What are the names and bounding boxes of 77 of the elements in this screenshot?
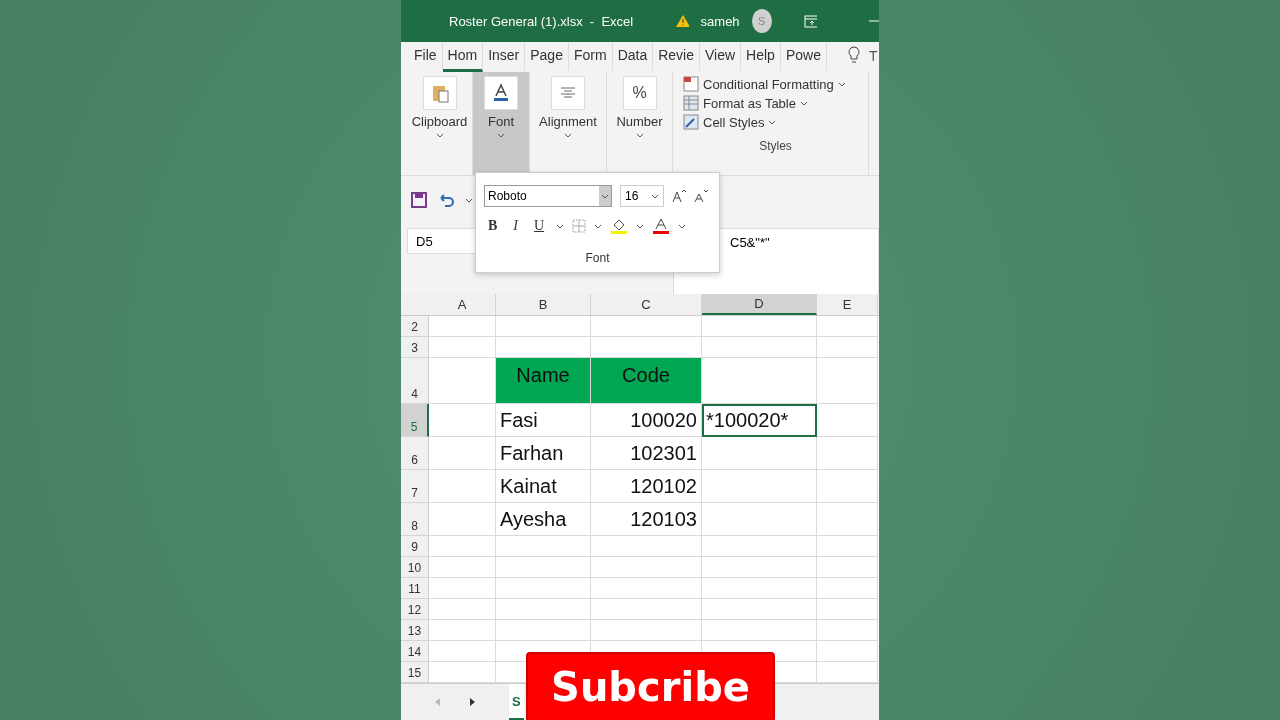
- font-name-field[interactable]: Roboto: [484, 185, 612, 207]
- window-title: Roster General (1).xlsx - Excel: [449, 13, 634, 29]
- percent-icon: %: [622, 76, 657, 110]
- caret-icon: [636, 223, 645, 229]
- subscribe-button[interactable]: Subcribe: [526, 652, 775, 720]
- undo-icon[interactable]: [437, 193, 455, 207]
- row-number[interactable]: 12: [401, 599, 429, 620]
- row-number[interactable]: 15: [401, 662, 429, 683]
- style-menu-button[interactable]: Format as Table: [683, 95, 868, 111]
- caret-icon: [678, 223, 687, 229]
- user-name: sameh: [700, 13, 740, 29]
- conditional-formatting-icon: [683, 76, 699, 92]
- row-number[interactable]: 14: [401, 641, 429, 662]
- ribbon-tab[interactable]: File: [409, 43, 443, 72]
- caret-icon: [799, 100, 808, 106]
- caret-icon: [435, 133, 444, 138]
- ribbon-group-button[interactable]: Clipboard: [407, 72, 473, 175]
- column-header[interactable]: E: [817, 294, 878, 315]
- row-number[interactable]: 7: [401, 470, 429, 503]
- ribbon-tab[interactable]: Revie: [653, 43, 700, 72]
- row-number[interactable]: 8: [401, 503, 429, 536]
- align-center-icon: [551, 76, 585, 110]
- warning-icon: [675, 14, 689, 28]
- table-icon: [683, 95, 699, 111]
- row-number[interactable]: 10: [401, 557, 429, 578]
- grow-font-icon[interactable]: [672, 189, 686, 203]
- font-size-field[interactable]: 16: [620, 185, 664, 207]
- shrink-font-icon[interactable]: [694, 189, 708, 203]
- caret-icon: [497, 133, 505, 138]
- ribbon-group-button[interactable]: Font: [473, 72, 530, 175]
- save-icon[interactable]: [411, 192, 427, 208]
- name-box[interactable]: D5: [407, 228, 477, 254]
- caret-icon: [837, 81, 846, 87]
- lightbulb-icon[interactable]: [846, 46, 861, 64]
- header-cell: Code: [591, 358, 702, 404]
- table-cell: *100020*: [702, 404, 817, 437]
- fill-color-icon[interactable]: [610, 217, 629, 235]
- caret-icon: [651, 193, 659, 199]
- ribbon-tab[interactable]: Powe: [780, 43, 827, 72]
- row-number[interactable]: 4: [401, 358, 429, 404]
- format-button[interactable]: U: [530, 218, 549, 234]
- row-number[interactable]: 13: [401, 620, 429, 641]
- row-number[interactable]: 11: [401, 578, 429, 599]
- font-color-icon[interactable]: [652, 217, 671, 235]
- column-header[interactable]: B: [496, 294, 591, 315]
- row-number[interactable]: 5: [401, 404, 429, 437]
- caret-icon: [564, 133, 572, 138]
- caret-icon: [465, 197, 473, 203]
- caret-icon: [768, 119, 777, 125]
- ribbon-tab-cut: T: [867, 48, 878, 66]
- sheet-tab[interactable]: S: [509, 684, 524, 720]
- caret-icon: [601, 193, 609, 199]
- row-number[interactable]: 2: [401, 316, 429, 337]
- column-header[interactable]: D: [702, 294, 817, 315]
- caret-icon: [594, 223, 603, 229]
- header-cell: Name: [496, 358, 591, 404]
- group-label: Styles: [759, 139, 792, 153]
- font-color-icon: [484, 76, 518, 110]
- ribbon-tab[interactable]: Data: [612, 43, 654, 72]
- format-button[interactable]: B: [484, 218, 502, 234]
- row-number[interactable]: 3: [401, 337, 429, 358]
- scroll-right-icon[interactable]: [469, 698, 475, 706]
- style-menu-button[interactable]: Cell Styles: [683, 114, 868, 130]
- ribbon-tab[interactable]: View: [700, 43, 742, 72]
- row-number[interactable]: 6: [401, 437, 429, 470]
- group-label: Font: [585, 251, 610, 265]
- caret-icon: [635, 133, 644, 138]
- ribbon-tab[interactable]: Help: [741, 43, 781, 72]
- cell-styles-icon: [683, 114, 699, 130]
- column-header[interactable]: A: [429, 294, 496, 315]
- row-number[interactable]: 9: [401, 536, 429, 557]
- ribbon-tab[interactable]: Form: [568, 43, 613, 72]
- ribbon-display-icon[interactable]: [803, 14, 817, 28]
- format-button[interactable]: I: [509, 218, 522, 234]
- style-menu-button[interactable]: Conditional Formatting: [683, 76, 868, 92]
- caret-icon: [556, 223, 565, 229]
- clipboard-icon: [422, 76, 457, 110]
